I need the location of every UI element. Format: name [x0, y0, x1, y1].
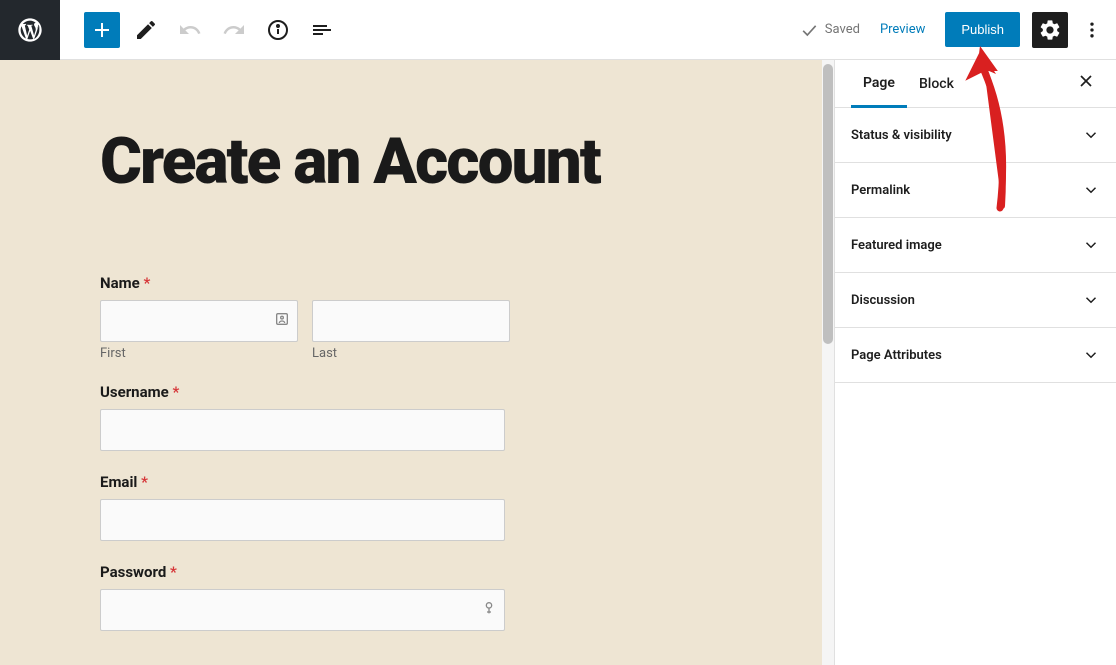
toolbar-left-group: [60, 12, 340, 48]
redo-button[interactable]: [216, 12, 252, 48]
panel-status-visibility[interactable]: Status & visibility: [835, 108, 1116, 163]
required-mark: *: [141, 473, 148, 491]
required-mark: *: [172, 383, 179, 401]
panel-page-attributes[interactable]: Page Attributes: [835, 328, 1116, 383]
gear-icon: [1038, 18, 1062, 42]
chevron-down-icon: [1082, 181, 1100, 199]
scrollbar-track[interactable]: [822, 60, 834, 665]
name-field-group: Name * First: [100, 274, 774, 361]
add-block-button[interactable]: [84, 12, 120, 48]
first-name-col: First: [100, 300, 298, 361]
outline-button[interactable]: [304, 12, 340, 48]
close-icon: [1076, 71, 1096, 91]
password-input-wrap: [100, 589, 505, 631]
last-name-input[interactable]: [312, 300, 510, 342]
info-button[interactable]: [260, 12, 296, 48]
key-icon: [481, 600, 497, 620]
password-label: Password *: [100, 563, 774, 581]
tab-block[interactable]: Block: [907, 60, 966, 107]
panel-permalink[interactable]: Permalink: [835, 163, 1116, 218]
email-input[interactable]: [100, 499, 505, 541]
username-field-group: Username *: [100, 383, 774, 451]
panel-label: Permalink: [851, 183, 910, 198]
username-label: Username *: [100, 383, 774, 401]
preview-link[interactable]: Preview: [872, 22, 933, 37]
panel-label: Featured image: [851, 238, 942, 253]
saved-label: Saved: [825, 22, 860, 37]
top-toolbar: Saved Preview Publish: [0, 0, 1116, 60]
password-field-group: Password *: [100, 563, 774, 631]
contact-card-icon: [274, 311, 290, 331]
close-sidebar-button[interactable]: [1072, 67, 1100, 100]
chevron-down-icon: [1082, 236, 1100, 254]
redo-icon: [222, 18, 246, 42]
password-label-text: Password: [100, 563, 166, 581]
wordpress-icon: [16, 16, 44, 44]
plus-icon: [90, 18, 114, 42]
panel-label: Page Attributes: [851, 348, 942, 363]
editor-body: Create an Account Name *: [0, 60, 1116, 665]
check-icon: [799, 20, 819, 40]
first-name-input-wrap: [100, 300, 298, 342]
publish-button[interactable]: Publish: [945, 12, 1020, 47]
pencil-icon: [134, 18, 158, 42]
wordpress-logo[interactable]: [0, 0, 60, 60]
scrollbar-thumb[interactable]: [823, 64, 833, 344]
panel-label: Discussion: [851, 293, 915, 308]
username-label-text: Username: [100, 383, 169, 401]
name-label-text: Name: [100, 274, 140, 292]
email-label-text: Email: [100, 473, 137, 491]
list-icon: [310, 18, 334, 42]
chevron-down-icon: [1082, 346, 1100, 364]
chevron-down-icon: [1082, 291, 1100, 309]
canvas-wrap: Create an Account Name *: [0, 60, 834, 665]
last-name-col: Last: [312, 300, 510, 361]
tab-page[interactable]: Page: [851, 61, 907, 108]
name-field-row: First Last: [100, 300, 774, 361]
canvas-content: Create an Account Name *: [0, 60, 834, 665]
saved-indicator: Saved: [799, 20, 860, 40]
panel-label: Status & visibility: [851, 128, 952, 143]
chevron-down-icon: [1082, 126, 1100, 144]
email-label: Email *: [100, 473, 774, 491]
undo-icon: [178, 18, 202, 42]
required-mark: *: [143, 274, 150, 292]
page-title[interactable]: Create an Account: [100, 130, 774, 194]
more-options-button[interactable]: [1080, 12, 1104, 48]
name-label: Name *: [100, 274, 774, 292]
required-mark: *: [170, 563, 177, 581]
username-input[interactable]: [100, 409, 505, 451]
panel-featured-image[interactable]: Featured image: [835, 218, 1116, 273]
first-name-input[interactable]: [100, 300, 298, 342]
editor-canvas[interactable]: Create an Account Name *: [0, 60, 834, 665]
settings-button[interactable]: [1032, 12, 1068, 48]
first-sublabel: First: [100, 346, 298, 361]
info-icon: [266, 18, 290, 42]
settings-sidebar: Page Block Status & visibility Permalink…: [834, 60, 1116, 665]
panel-discussion[interactable]: Discussion: [835, 273, 1116, 328]
sidebar-tabs: Page Block: [835, 60, 1116, 108]
undo-button[interactable]: [172, 12, 208, 48]
edit-mode-button[interactable]: [128, 12, 164, 48]
email-field-group: Email *: [100, 473, 774, 541]
last-sublabel: Last: [312, 346, 510, 361]
toolbar-right-group: Saved Preview Publish: [799, 12, 1116, 48]
password-input[interactable]: [100, 589, 505, 631]
dots-vertical-icon: [1082, 20, 1102, 40]
